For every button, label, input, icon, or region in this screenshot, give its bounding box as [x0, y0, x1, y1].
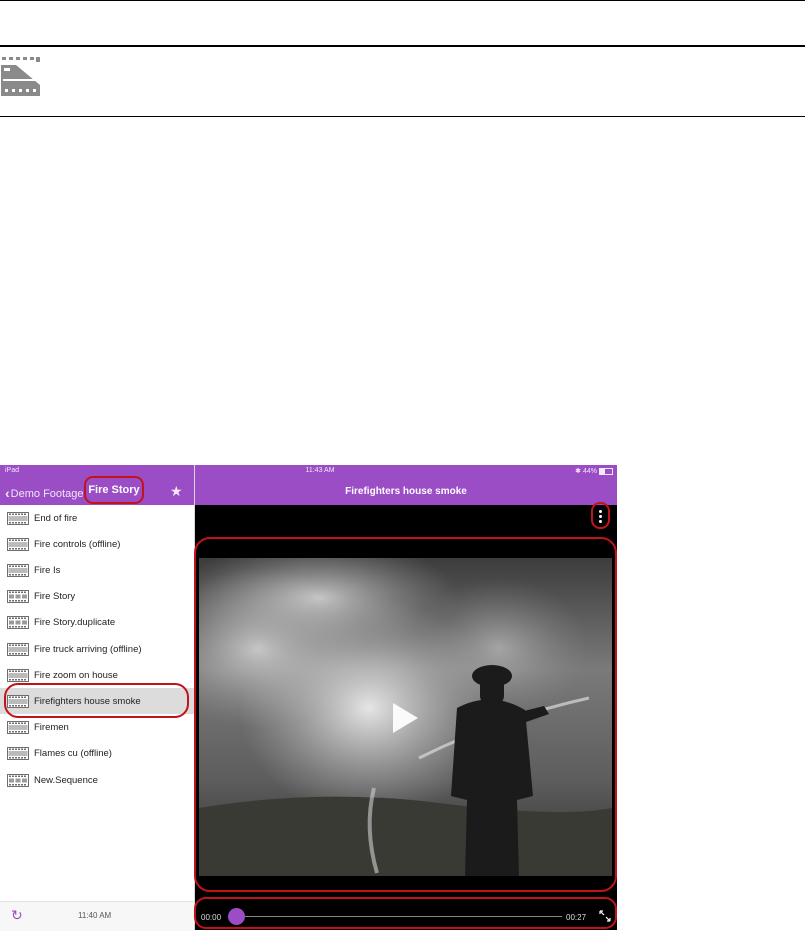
list-item[interactable]: Fire controls (offline) [0, 531, 194, 557]
last-sync-time: 11:40 AM [78, 911, 112, 920]
list-item-label: Fire zoom on house [34, 669, 118, 681]
list-item-label: Flames cu (offline) [34, 748, 112, 760]
video-note-icon [0, 55, 42, 104]
status-time: 11:43 AM [305, 467, 335, 474]
more-options-icon[interactable] [599, 510, 602, 525]
list-item[interactable]: Fire truck arriving (offline) [0, 636, 194, 662]
browser-header: iPad ‹Demo Footage Fire Story ★ [0, 465, 194, 505]
header-rule [0, 45, 805, 47]
selection-callout [4, 683, 189, 718]
folder-title-text: Fire Story [88, 484, 140, 496]
clip-browser-pane: iPad ‹Demo Footage Fire Story ★ End of f… [0, 465, 195, 931]
list-item[interactable]: Fire Story.duplicate [0, 610, 194, 636]
clip-film-icon [7, 642, 29, 656]
sequence-film-icon [7, 773, 29, 787]
player-pane: 11:43 AM ✱ 44% Firefighters house smoke [194, 465, 617, 930]
list-item[interactable]: End of fire [0, 505, 194, 531]
back-button[interactable]: ‹Demo Footage [5, 484, 84, 501]
clip-film-icon [7, 563, 29, 577]
list-item-label: Fire Is [34, 564, 61, 576]
list-item[interactable]: Firemen [0, 715, 194, 741]
controls-callout [194, 897, 617, 929]
favorite-star-icon[interactable]: ★ [170, 483, 183, 500]
scrub-thumb[interactable] [228, 908, 245, 925]
current-time: 00:00 [201, 913, 222, 922]
back-label: Demo Footage [10, 488, 84, 500]
player-header: 11:43 AM ✱ 44% Firefighters house smoke [195, 465, 617, 505]
battery-icon [599, 467, 613, 475]
sequence-film-icon [7, 616, 29, 630]
list-item[interactable]: Flames cu (offline) [0, 741, 194, 767]
scrub-track[interactable] [240, 916, 562, 917]
battery-status: ✱ 44% [575, 467, 613, 475]
clip-film-icon [7, 747, 29, 761]
icon-rule [0, 116, 805, 117]
chevron-left-icon: ‹ [5, 485, 10, 501]
list-item[interactable]: Fire Story [0, 584, 194, 610]
list-item-label: Fire Story [34, 591, 76, 603]
clip-film-icon [7, 511, 29, 525]
clip-film-icon [7, 721, 29, 735]
list-item-label: Fire truck arriving (offline) [34, 643, 142, 655]
refresh-icon[interactable]: ↻ [11, 907, 23, 924]
duration: 00:27 [566, 913, 587, 922]
video-frame[interactable] [199, 558, 612, 876]
list-item-label: Fire controls (offline) [34, 538, 121, 550]
sequence-film-icon [7, 590, 29, 604]
play-icon[interactable] [393, 703, 418, 733]
list-item-label: Fire Story.duplicate [34, 617, 116, 629]
fullscreen-icon[interactable] [599, 909, 611, 922]
clip-film-icon [7, 537, 29, 551]
list-item[interactable]: New.Sequence [0, 767, 194, 793]
device-label: iPad [5, 467, 20, 474]
top-rule [0, 0, 805, 1]
list-item[interactable]: Fire Is [0, 557, 194, 583]
list-item-label: End of fire [34, 512, 78, 524]
battery-percent: 44% [582, 467, 597, 475]
clip-film-icon [7, 668, 29, 682]
ipad-screenshot: iPad ‹Demo Footage Fire Story ★ End of f… [0, 465, 617, 931]
bluetooth-icon: ✱ [575, 468, 581, 475]
browser-footer: ↻ 11:40 AM [0, 901, 194, 931]
list-item-label: Firemen [34, 722, 69, 734]
clip-title: Firefighters house smoke [345, 486, 467, 497]
folder-title: Fire Story [84, 476, 144, 504]
list-item-label: New.Sequence [34, 774, 98, 786]
